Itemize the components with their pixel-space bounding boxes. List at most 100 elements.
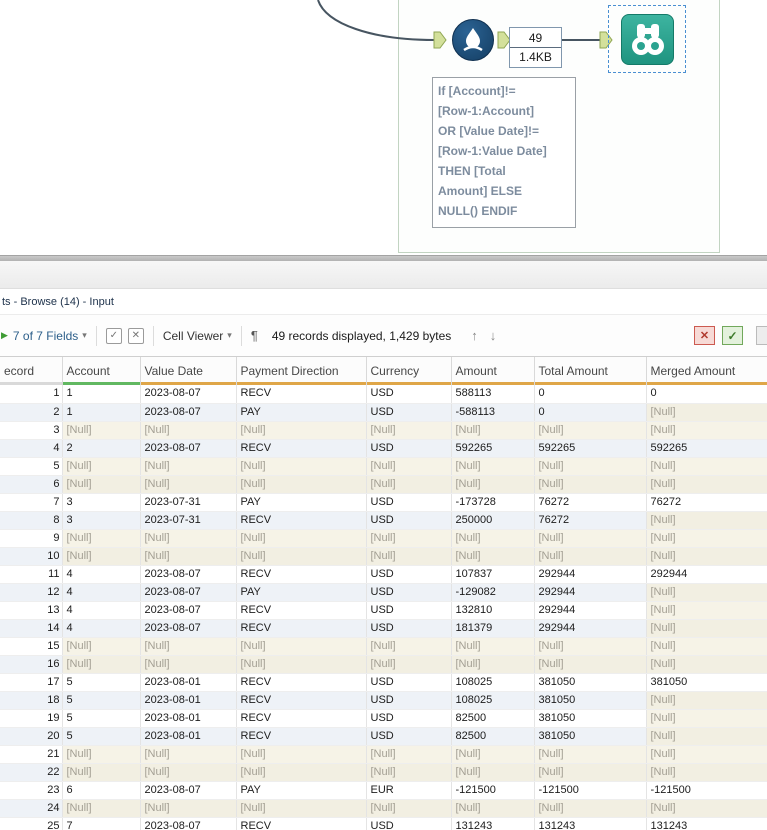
record-number-cell[interactable]: 18 <box>0 691 63 710</box>
data-cell[interactable]: [Null] <box>62 745 141 764</box>
data-cell[interactable]: 2023-08-01 <box>140 727 237 746</box>
data-cell[interactable]: [Null] <box>646 583 767 602</box>
data-cell[interactable]: EUR <box>366 781 452 800</box>
data-cell[interactable]: [Null] <box>62 763 141 782</box>
cancel-button[interactable]: ✕ <box>694 326 715 345</box>
record-number-cell[interactable]: 1 <box>0 385 63 404</box>
record-number-cell[interactable]: 23 <box>0 781 63 800</box>
data-cell[interactable]: USD <box>366 709 452 728</box>
data-cell[interactable]: RECV <box>236 439 367 458</box>
data-cell[interactable]: 250000 <box>451 511 535 530</box>
data-cell[interactable]: 0 <box>646 385 767 404</box>
table-row[interactable]: 18 5 2023-08-01 RECV USD 108025 381050 [Null] <box>0 691 767 710</box>
data-cell[interactable]: [Null] <box>534 457 647 476</box>
data-cell[interactable]: [Null] <box>140 547 237 566</box>
data-cell[interactable]: [Null] <box>534 547 647 566</box>
record-number-cell[interactable]: 10 <box>0 547 63 566</box>
table-row[interactable]: 20 5 2023-08-01 RECV USD 82500 381050 [Null] <box>0 727 767 746</box>
data-cell[interactable]: RECV <box>236 673 367 692</box>
data-cell[interactable]: [Null] <box>236 637 367 656</box>
data-cell[interactable]: 592265 <box>534 439 647 458</box>
data-cell[interactable]: 181379 <box>451 619 535 638</box>
data-cell[interactable]: USD <box>366 691 452 710</box>
select-records-button[interactable]: ✓ <box>105 327 122 344</box>
data-cell[interactable]: 2023-08-07 <box>140 385 237 404</box>
data-cell[interactable]: [Null] <box>140 475 237 494</box>
data-cell[interactable]: USD <box>366 493 452 512</box>
table-row[interactable]: 3 [Null] [Null] [Null] [Null] [Null] [Null] [Nu… <box>0 421 767 440</box>
data-cell[interactable]: [Null] <box>451 799 535 818</box>
data-cell[interactable]: [Null] <box>62 475 141 494</box>
data-cell[interactable]: USD <box>366 727 452 746</box>
data-cell[interactable]: RECV <box>236 511 367 530</box>
data-cell[interactable]: 4 <box>62 565 141 584</box>
data-cell[interactable]: [Null] <box>140 529 237 548</box>
data-cell[interactable]: 2023-07-31 <box>140 511 237 530</box>
data-cell[interactable]: [Null] <box>451 547 535 566</box>
data-cell[interactable]: [Null] <box>534 799 647 818</box>
data-cell[interactable]: 292944 <box>534 619 647 638</box>
data-cell[interactable]: [Null] <box>366 547 452 566</box>
data-cell[interactable]: 2023-07-31 <box>140 493 237 512</box>
data-cell[interactable]: [Null] <box>140 763 237 782</box>
data-cell[interactable]: [Null] <box>646 529 767 548</box>
table-row[interactable]: 1 1 2023-08-07 RECV USD 588113 0 0 <box>0 385 767 404</box>
data-cell[interactable]: [Null] <box>646 691 767 710</box>
data-cell[interactable]: 3 <box>62 493 141 512</box>
data-cell[interactable]: 1 <box>62 403 141 422</box>
data-cell[interactable]: RECV <box>236 565 367 584</box>
data-cell[interactable]: 82500 <box>451 709 535 728</box>
chevron-down-icon[interactable]: ▾ <box>82 330 87 341</box>
apply-button[interactable]: ✓ <box>722 326 743 345</box>
table-row[interactable]: 10 [Null] [Null] [Null] [Null] [Null] [Null] [N… <box>0 547 767 566</box>
data-cell[interactable]: USD <box>366 619 452 638</box>
data-cell[interactable]: RECV <box>236 691 367 710</box>
data-cell[interactable]: [Null] <box>62 547 141 566</box>
data-cell[interactable]: [Null] <box>366 457 452 476</box>
data-cell[interactable]: [Null] <box>366 655 452 674</box>
data-cell[interactable]: [Null] <box>646 727 767 746</box>
column-header[interactable]: Merged Amount <box>646 357 767 385</box>
data-cell[interactable]: USD <box>366 439 452 458</box>
data-cell[interactable]: 82500 <box>451 727 535 746</box>
data-cell[interactable]: [Null] <box>236 457 367 476</box>
data-cell[interactable]: 292944 <box>534 601 647 620</box>
record-number-cell[interactable]: 19 <box>0 709 63 728</box>
column-header[interactable]: Currency <box>366 357 452 385</box>
table-row[interactable]: 24 [Null] [Null] [Null] [Null] [Null] [Null] [N… <box>0 799 767 818</box>
data-cell[interactable]: USD <box>366 403 452 422</box>
table-row[interactable]: 12 4 2023-08-07 PAY USD -129082 292944 [Null] <box>0 583 767 602</box>
data-cell[interactable]: [Null] <box>140 745 237 764</box>
data-cell[interactable]: -121500 <box>646 781 767 800</box>
data-cell[interactable]: [Null] <box>366 529 452 548</box>
data-cell[interactable]: [Null] <box>646 475 767 494</box>
data-cell[interactable]: PAY <box>236 403 367 422</box>
data-cell[interactable]: [Null] <box>646 457 767 476</box>
data-cell[interactable]: 131243 <box>646 817 767 830</box>
data-cell[interactable]: [Null] <box>451 763 535 782</box>
data-cell[interactable]: 1 <box>62 385 141 404</box>
data-cell[interactable]: [Null] <box>534 421 647 440</box>
data-cell[interactable]: [Null] <box>366 637 452 656</box>
browse-tool[interactable] <box>621 14 674 65</box>
record-number-cell[interactable]: 22 <box>0 763 63 782</box>
scroll-down-button[interactable]: ↓ <box>490 328 497 343</box>
record-number-cell[interactable]: 3 <box>0 421 63 440</box>
data-cell[interactable]: [Null] <box>646 745 767 764</box>
column-header[interactable]: Value Date <box>140 357 237 385</box>
data-cell[interactable]: [Null] <box>451 745 535 764</box>
data-cell[interactable]: [Null] <box>646 709 767 728</box>
data-cell[interactable]: RECV <box>236 385 367 404</box>
workflow-canvas[interactable]: 49 1.4KB If [Account]!= [Row-1:Account] … <box>0 0 767 255</box>
data-cell[interactable]: [Null] <box>366 475 452 494</box>
tool-annotation[interactable]: If [Account]!= [Row-1:Account] OR [Value… <box>432 77 576 228</box>
data-cell[interactable]: USD <box>366 565 452 584</box>
fields-dropdown[interactable]: 7 of 7 Fields <box>13 329 78 343</box>
data-cell[interactable]: [Null] <box>140 637 237 656</box>
data-cell[interactable]: [Null] <box>62 655 141 674</box>
record-number-cell[interactable]: 9 <box>0 529 63 548</box>
record-number-cell[interactable]: 16 <box>0 655 63 674</box>
scroll-up-button[interactable]: ↑ <box>471 328 478 343</box>
table-row[interactable]: 16 [Null] [Null] [Null] [Null] [Null] [Null] [N… <box>0 655 767 674</box>
data-cell[interactable]: [Null] <box>236 529 367 548</box>
